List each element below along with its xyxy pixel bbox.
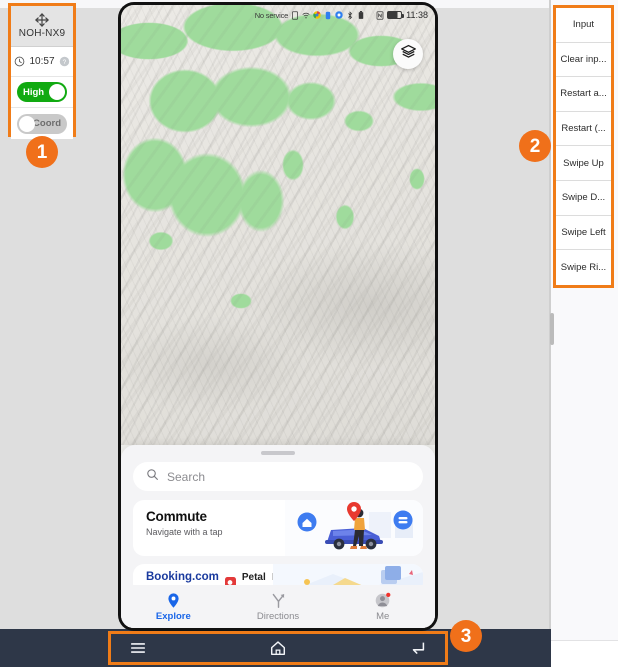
layers-button[interactable] [393,39,423,69]
action-button-swipe-down[interactable]: Swipe D... [556,181,611,216]
annotation-marker-2: 2 [519,130,551,162]
action-button-input[interactable]: Input [556,8,611,43]
annotation-marker-3: 3 [450,620,482,652]
action-button-clear-input[interactable]: Clear inp... [556,43,611,78]
coord-toggle-row: Coord [11,108,73,139]
directions-arrow-icon [270,592,287,609]
search-input[interactable]: Search [133,462,423,491]
commute-illustration [285,500,423,556]
action-button-panel: Input Clear inp... Restart a... Restart … [553,5,614,288]
home-icon[interactable] [269,639,287,657]
sim-icon [291,10,299,20]
booking-brand-label: Booking.com [146,571,219,583]
help-circle-icon[interactable]: ? [59,56,70,67]
status-time: 11:38 [406,10,428,20]
tab-explore[interactable]: Explore [121,592,226,622]
avatar-icon [374,592,391,609]
commute-card[interactable]: Commute Navigate with a tap [133,500,423,556]
tab-me-label: Me [376,610,390,622]
sheet-grabber[interactable] [261,451,295,455]
hamburger-recents-icon[interactable] [129,639,147,657]
vertical-scrollbar-thumb[interactable] [550,313,554,345]
device-time-row: 10:57 ? [11,47,73,77]
wifi-icon [302,11,310,20]
tab-explore-label: Explore [155,610,191,622]
bottom-sheet[interactable]: Search Commute Navigate with a tap Booki… [121,445,435,628]
annotation-marker-1: 1 [26,136,58,168]
map-pin-icon [165,592,182,609]
action-button-swipe-right[interactable]: Swipe Ri... [556,250,611,285]
layers-icon [400,43,417,65]
quality-toggle-knob [49,84,65,100]
coord-toggle-label: Coord [33,118,61,129]
device-name-label: NOH-NX9 [18,28,66,39]
coord-toggle-knob [19,115,35,132]
device-header[interactable]: NOH-NX9 [11,6,73,47]
quality-toggle-row: High [11,77,73,108]
action-button-restart-app[interactable]: Restart a... [556,77,611,112]
app-circle-icon [335,11,343,19]
android-navigation-bar [108,631,448,665]
quality-toggle-label: High [23,86,45,98]
search-icon [146,468,159,486]
phone-screen[interactable]: No service 11:38 Search Commute Navigate… [121,5,435,628]
action-button-swipe-left[interactable]: Swipe Left [556,216,611,251]
battery-icon [387,11,405,19]
petal-app-label: Petal [241,572,266,583]
nfc-icon [376,10,384,20]
quality-toggle[interactable]: High [17,82,67,102]
tab-directions-label: Directions [256,610,300,622]
svg-text:?: ? [62,59,66,66]
clock-icon [14,56,25,67]
move-crosshair-icon[interactable] [35,13,49,27]
map-terrain-shading [121,5,435,445]
tab-directions[interactable]: Directions [226,592,331,622]
app-blue-icon [324,11,332,20]
bluetooth-icon [346,10,354,20]
back-icon[interactable] [409,639,427,657]
app-tab-bar: Explore Directions Me [121,585,435,628]
battery-saver-icon [357,10,365,20]
action-button-restart-other[interactable]: Restart (... [556,112,611,147]
action-button-swipe-up[interactable]: Swipe Up [556,146,611,181]
screenshot-root: NOH-NX9 10:57 ? High Coord 1 2 3 Input C… [0,0,618,667]
device-control-panel: NOH-NX9 10:57 ? High Coord [8,3,76,139]
phone-mirror-frame: No service 11:38 Search Commute Navigate… [118,2,438,631]
coord-toggle[interactable]: Coord [17,113,67,134]
bottom-right-background [551,640,618,667]
phone-status-bar: No service 11:38 [121,5,435,25]
device-time-value: 10:57 [29,56,55,67]
search-placeholder: Search [167,469,206,484]
map-canvas[interactable] [121,5,435,445]
chrome-icon [313,11,321,19]
tab-me[interactable]: Me [330,592,435,622]
carrier-label: No service [254,10,289,20]
